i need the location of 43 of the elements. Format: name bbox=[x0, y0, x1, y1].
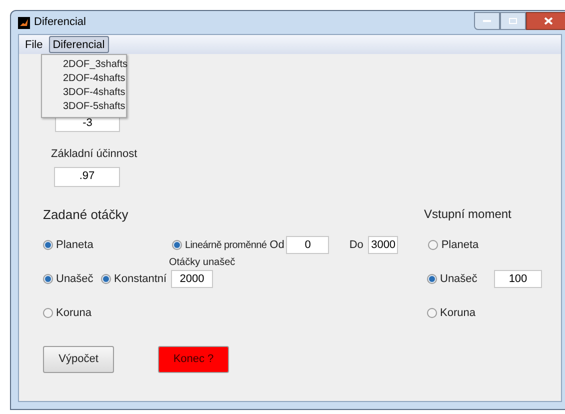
radio-button[interactable] bbox=[101, 274, 111, 284]
radio-button[interactable] bbox=[427, 308, 437, 318]
input-field[interactable]: 100 bbox=[494, 270, 542, 288]
dropdown-item[interactable]: 3DOF-4shafts bbox=[42, 86, 126, 100]
radio-button[interactable] bbox=[428, 240, 438, 250]
input-field[interactable]: 0 bbox=[286, 236, 330, 254]
app-icon bbox=[18, 16, 30, 28]
radio-label: Unašeč bbox=[440, 272, 478, 287]
minimize-button[interactable] bbox=[474, 12, 500, 30]
menu-item[interactable]: File bbox=[21, 36, 47, 53]
minimize-icon bbox=[483, 20, 491, 22]
radio-button[interactable] bbox=[172, 240, 182, 250]
radio-label: Lineárně proměnné bbox=[185, 238, 267, 252]
radio-label: Konstantní bbox=[114, 272, 167, 287]
field-label: Základní účinnost bbox=[51, 147, 138, 162]
dropdown-item[interactable]: 2DOF-4shafts bbox=[42, 72, 126, 86]
field-label: Od bbox=[270, 238, 284, 253]
field-label: Otáčky unašeč bbox=[169, 256, 236, 270]
section-heading: Vstupní moment bbox=[424, 206, 512, 222]
input-field[interactable]: 3000 bbox=[368, 236, 398, 254]
radio-label: Unašeč bbox=[56, 272, 94, 287]
window-title: Diferencial bbox=[34, 15, 86, 30]
radio-button[interactable] bbox=[43, 240, 53, 250]
radio-label: Koruna bbox=[440, 306, 476, 321]
input-field[interactable]: .97 bbox=[54, 166, 120, 186]
section-heading: Zadané otáčky bbox=[43, 206, 130, 224]
radio-label: Koruna bbox=[56, 306, 92, 321]
radio-label: Planeta bbox=[56, 238, 94, 253]
close-button[interactable] bbox=[526, 12, 565, 30]
dropdown-item[interactable]: 2DOF_3shafts bbox=[42, 58, 126, 72]
close-icon bbox=[544, 16, 552, 24]
radio-label: Planeta bbox=[441, 238, 479, 253]
dropdown-item[interactable]: 3DOF-5shafts bbox=[42, 100, 126, 114]
radio-button[interactable] bbox=[43, 274, 53, 284]
radio-button[interactable] bbox=[427, 274, 437, 284]
action-button[interactable]: Výpočet bbox=[43, 346, 114, 373]
field-label: Do bbox=[349, 238, 364, 253]
maximize-button[interactable] bbox=[500, 12, 526, 30]
action-button[interactable]: Konec ? bbox=[158, 346, 229, 373]
maximize-icon bbox=[509, 18, 517, 24]
menu-item[interactable]: Diferencial bbox=[48, 36, 109, 53]
input-field[interactable]: 2000 bbox=[171, 270, 213, 288]
radio-button[interactable] bbox=[43, 308, 53, 318]
